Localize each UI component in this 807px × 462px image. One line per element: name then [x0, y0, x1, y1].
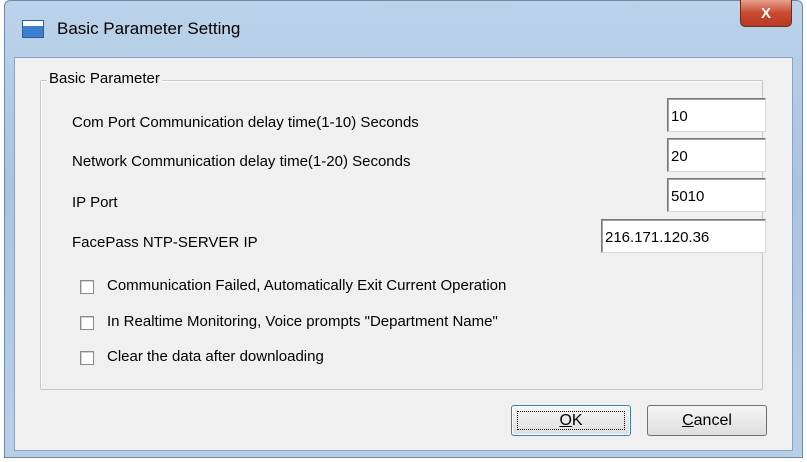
network-delay-input[interactable]: [667, 138, 766, 172]
clear-data-checkbox-label[interactable]: Clear the data after downloading: [107, 348, 324, 365]
ip-port-label: IP Port: [72, 194, 118, 211]
close-button[interactable]: X: [740, 0, 792, 27]
voice-prompt-checkbox[interactable]: [80, 316, 94, 330]
network-delay-label: Network Communication delay time(1-20) S…: [72, 153, 411, 170]
auto-exit-checkbox-label[interactable]: Communication Failed, Automatically Exit…: [107, 277, 506, 294]
title-bar[interactable]: Basic Parameter Setting X: [5, 0, 802, 57]
dialog-window: Basic Parameter Setting X Basic Paramete…: [4, 0, 803, 458]
auto-exit-checkbox[interactable]: [80, 280, 94, 294]
app-window-icon: [22, 20, 44, 38]
dialog-body: Basic Parameter Com Port Communication d…: [14, 57, 793, 451]
group-title: Basic Parameter: [47, 70, 162, 87]
ntp-server-ip-input[interactable]: [601, 219, 766, 253]
clear-data-checkbox[interactable]: [80, 351, 94, 365]
cancel-button[interactable]: Cancel: [647, 405, 767, 436]
ok-button-label: OK: [559, 411, 583, 429]
ip-port-input[interactable]: [667, 178, 766, 212]
com-port-delay-label: Com Port Communication delay time(1-10) …: [72, 114, 419, 131]
close-icon: X: [760, 4, 771, 22]
ntp-server-ip-label: FacePass NTP-SERVER IP: [72, 234, 258, 251]
window-title: Basic Parameter Setting: [57, 19, 241, 38]
com-port-delay-input[interactable]: [667, 98, 766, 132]
voice-prompt-checkbox-label[interactable]: In Realtime Monitoring, Voice prompts "D…: [107, 313, 498, 330]
ok-button[interactable]: OK: [511, 405, 631, 436]
cancel-button-label: Cancel: [682, 411, 732, 429]
